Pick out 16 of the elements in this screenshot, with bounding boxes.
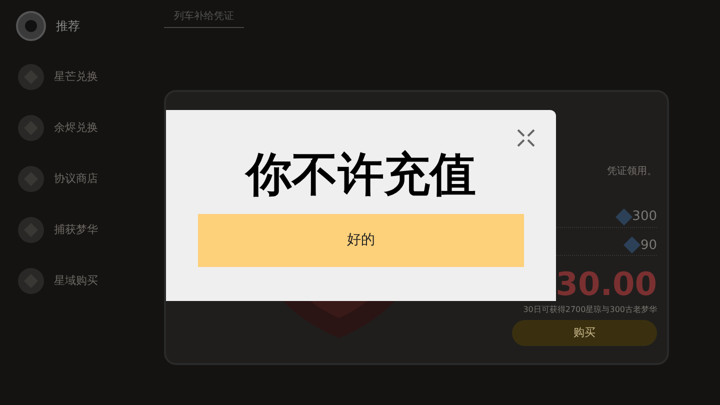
sidebar-item[interactable]: 捕获梦华 <box>54 222 98 238</box>
price: 30.00 <box>556 264 657 304</box>
confirm-button[interactable]: 好的 <box>198 214 524 267</box>
tab[interactable]: 列车补给凭证 <box>164 9 244 28</box>
sidebar-item[interactable]: 星芒兑换 <box>54 68 98 86</box>
offer-note: 30日可获得2700星琼与300古老梦华 <box>523 304 657 316</box>
dialog-message: 你不许充值 <box>246 146 476 202</box>
close-icon[interactable] <box>516 128 536 148</box>
sidebar-item[interactable]: 协议商店 <box>54 170 98 188</box>
reward-amount: 300 <box>632 208 657 226</box>
buy-button[interactable]: 购买 <box>512 320 657 346</box>
description: 凭证领用。 <box>607 165 657 179</box>
sidebar-item[interactable]: 星域购买 <box>54 272 98 290</box>
sidebar-item[interactable]: 余烬兑换 <box>54 120 98 136</box>
sidebar-item[interactable]: 推荐 <box>56 17 80 35</box>
reward-amount: 90 <box>640 236 657 254</box>
